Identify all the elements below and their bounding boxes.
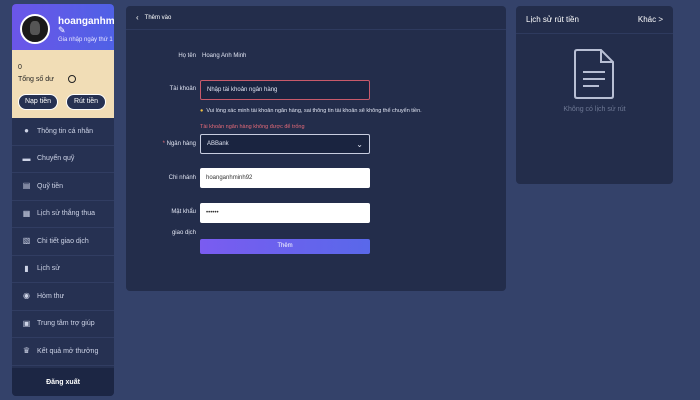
sidebar-item-lottery-results[interactable]: ♛ Kết quả mở thưởng: [12, 338, 114, 366]
avatar[interactable]: [20, 14, 50, 44]
login-days: Gia nhập ngày thứ 1: [58, 37, 113, 43]
account-input[interactable]: Nhập tài khoản ngân hàng: [200, 80, 370, 100]
required-mark: *: [162, 141, 165, 147]
withdraw-button[interactable]: Rút tiền: [66, 94, 106, 110]
sidebar-menu: ● Thông tin cá nhân ▬ Chuyển quỹ ▤ Quỹ t…: [12, 118, 114, 366]
sidebar-item-transfer[interactable]: ▬ Chuyển quỹ: [12, 146, 114, 173]
chart-icon: ▮: [24, 263, 29, 273]
sidebar-item-fund[interactable]: ▤ Quỹ tiền: [12, 173, 114, 201]
name-value: Hoang Anh Minh: [202, 53, 247, 59]
branch-input[interactable]: hoanganhminh92: [200, 168, 370, 188]
sidebar-item-transaction-details[interactable]: ▧ Chi tiết giao dịch: [12, 228, 114, 256]
document-icon: [574, 49, 614, 99]
chevron-down-icon: ⌄: [356, 139, 363, 149]
sidebar-item-label: Chuyển quỹ: [37, 155, 75, 163]
chevron-left-icon[interactable]: ‹: [136, 13, 139, 22]
profile-header: hoanganhminh92 ✎ Gia nhập ngày thứ 1: [12, 4, 114, 50]
sidebar-item-label: Thông tin cá nhân: [37, 127, 94, 135]
add-bank-panel: ‹ Thêm vào Họ tên Hoang Anh Minh Tài kho…: [126, 6, 506, 291]
password-input[interactable]: ••••••: [200, 203, 370, 223]
balance-value: 0: [18, 64, 22, 71]
history-header: Lịch sử rút tiền Khác >: [516, 6, 673, 34]
deposit-button[interactable]: Nạp tiền: [18, 94, 58, 110]
withdraw-history-panel: Lịch sử rút tiền Khác > Không có lịch sử…: [516, 6, 673, 184]
trophy-icon: ♛: [22, 346, 31, 356]
back-label: Thêm vào: [144, 14, 172, 21]
password-label-line2: giao dịch: [171, 230, 196, 236]
sidebar-item-label: Lịch sử thắng thua: [37, 210, 96, 218]
account-error: Tài khoản ngân hàng không được để trống: [200, 124, 305, 130]
add-button[interactable]: Thêm: [200, 239, 370, 254]
panel-header[interactable]: ‹ Thêm vào: [126, 6, 506, 30]
info-icon: ●: [200, 108, 204, 114]
history-icon: ▦: [22, 208, 31, 218]
sidebar: hoanganhminh92 ✎ Gia nhập ngày thứ 1 0 T…: [12, 4, 114, 396]
mail-icon: ◉: [23, 291, 30, 301]
sidebar-item-mailbox[interactable]: ◉ Hòm thư: [12, 283, 114, 311]
sidebar-item-win-loss-history[interactable]: ▦ Lịch sử thắng thua: [12, 201, 114, 228]
account-hint-text: Vui lòng xác minh tài khoản ngân hàng, s…: [206, 108, 422, 114]
bank-label: * Ngân hàng: [126, 141, 196, 147]
sidebar-item-label: Quỹ tiền: [37, 182, 64, 190]
sidebar-item-label: Chi tiết giao dịch: [37, 237, 89, 245]
sidebar-item-label: Lịch sử: [37, 265, 60, 273]
balance-box: 0 Tổng số dư Nạp tiền Rút tiền: [12, 50, 114, 118]
sidebar-item-help-center[interactable]: ▣ Trung tâm trợ giúp: [12, 311, 114, 338]
transaction-icon: ▧: [22, 236, 31, 246]
history-title: Lịch sử rút tiền: [526, 15, 579, 24]
balance-label: Tổng số dư: [18, 76, 54, 83]
password-label: Mật khẩu: [171, 209, 196, 215]
branch-label: Chi nhánh: [168, 175, 196, 181]
username: hoanganhminh92: [58, 16, 114, 27]
sidebar-item-label: Hòm thư: [37, 292, 65, 300]
account-hint: ● Vui lòng xác minh tài khoản ngân hàng, …: [200, 108, 422, 114]
account-label: Tài khoản: [169, 86, 196, 92]
fund-icon: ▤: [22, 181, 31, 191]
empty-history-text: Không có lịch sử rút: [563, 106, 626, 113]
logout-button[interactable]: Đăng xuất: [12, 368, 114, 396]
history-more-link[interactable]: Khác >: [638, 15, 663, 24]
bank-label-text: Ngân hàng: [166, 141, 196, 147]
sidebar-item-label: Kết quả mở thưởng: [37, 347, 99, 355]
refresh-icon[interactable]: [68, 75, 76, 83]
name-label: Họ tên: [178, 53, 196, 59]
user-icon: ●: [24, 126, 29, 136]
sidebar-item-personal-info[interactable]: ● Thông tin cá nhân: [12, 118, 114, 146]
edit-icon[interactable]: ✎: [58, 25, 66, 36]
help-icon: ▣: [22, 318, 31, 328]
transfer-icon: ▬: [22, 153, 31, 163]
sidebar-item-history[interactable]: ▮ Lịch sử: [12, 256, 114, 283]
bank-select[interactable]: ABBank ⌄: [200, 134, 370, 154]
bank-selected-value: ABBank: [207, 141, 229, 147]
sidebar-item-label: Trung tâm trợ giúp: [37, 320, 95, 328]
